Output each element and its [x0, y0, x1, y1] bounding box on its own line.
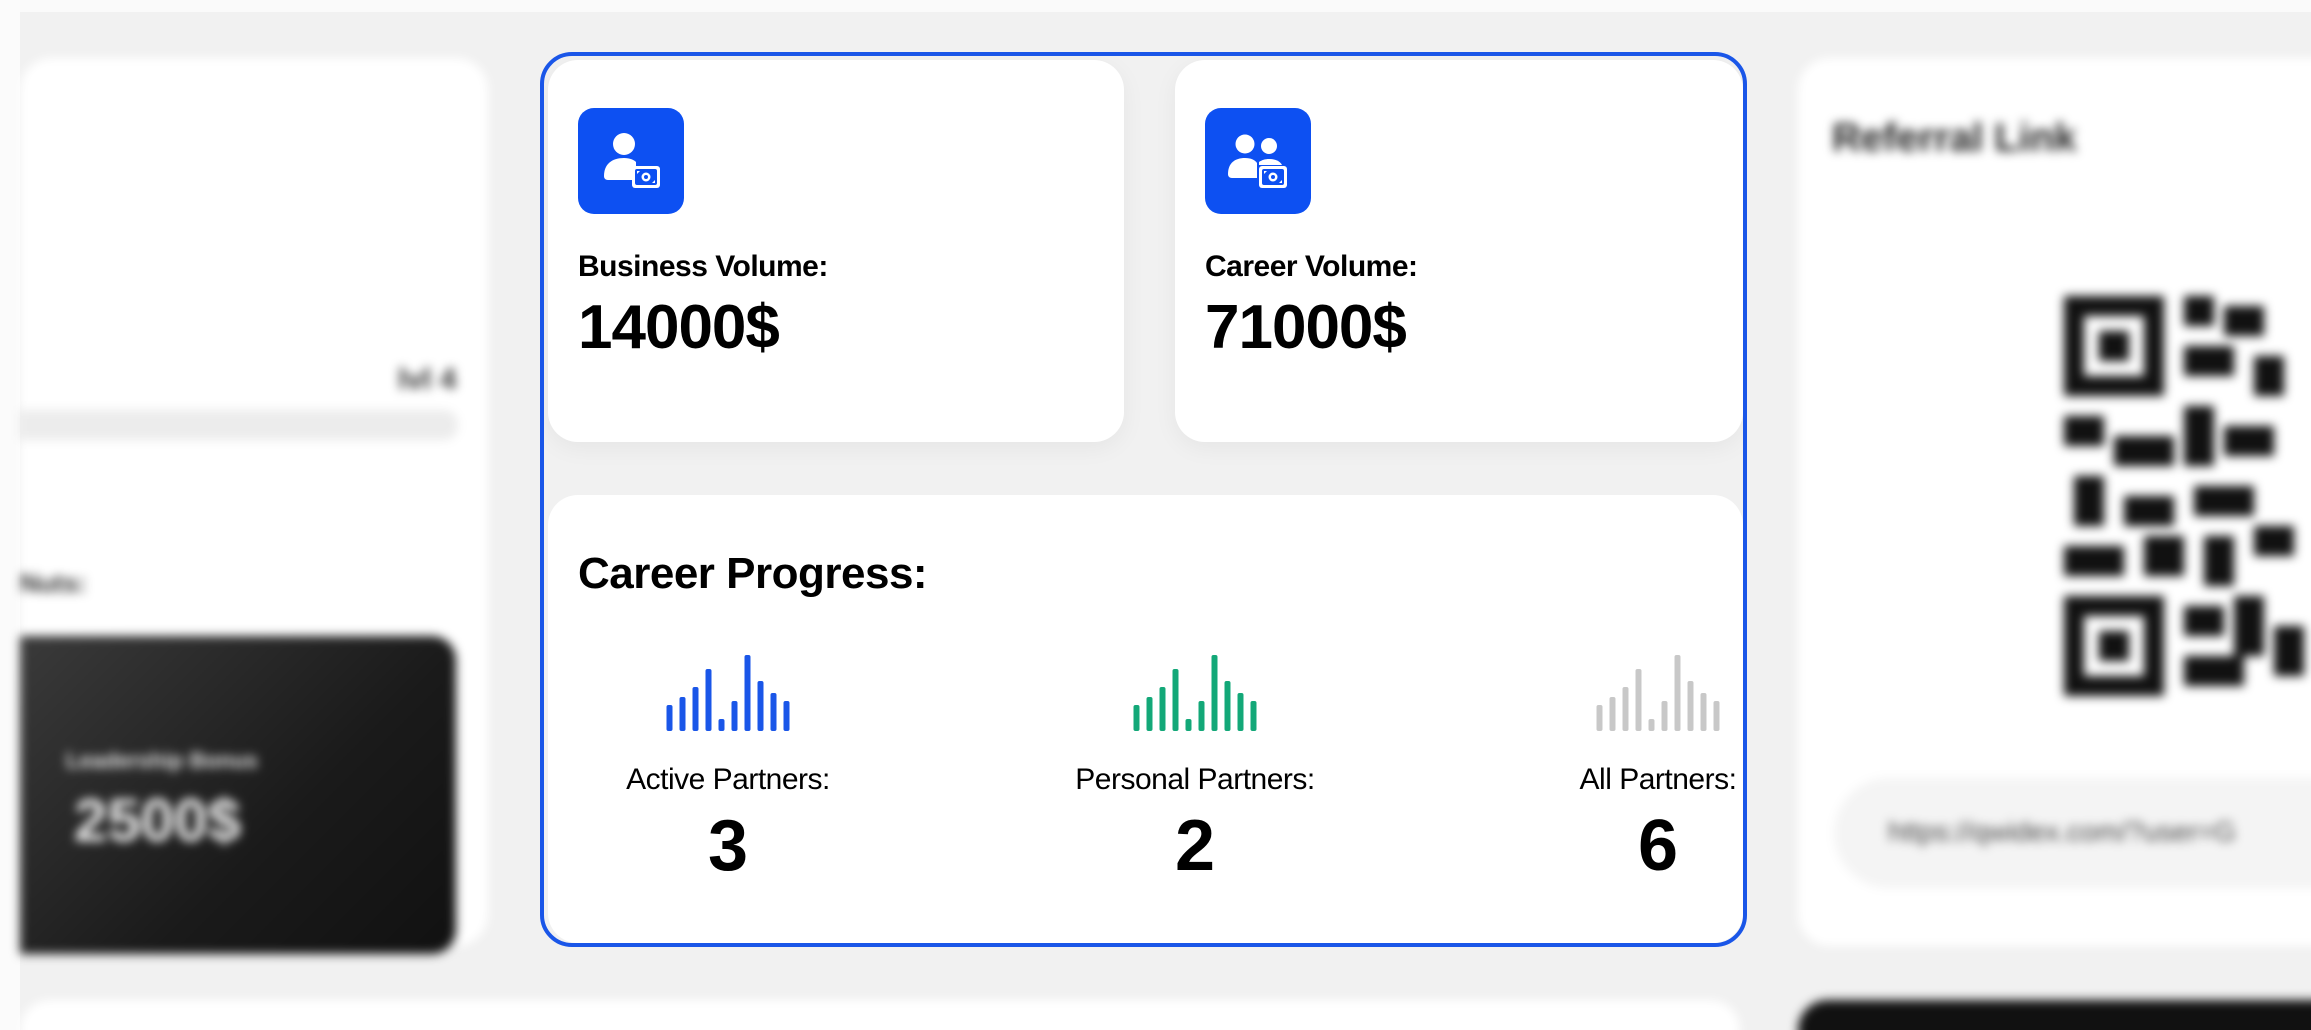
all-partners-label: All Partners:	[1579, 763, 1737, 796]
equalizer-bar	[1159, 687, 1166, 731]
equalizer-bar	[1687, 681, 1694, 731]
users-money-icon	[1205, 108, 1311, 214]
equalizer-bar	[1133, 705, 1140, 731]
business-volume-label: Business Volume:	[578, 250, 828, 283]
left-gutter	[0, 0, 20, 1030]
equalizer-bar	[1596, 705, 1603, 731]
business-volume-value: 14000$	[578, 293, 780, 362]
active-partners-value: 3	[707, 806, 749, 886]
personal-partners-value: 2	[1174, 806, 1216, 886]
qr-code-icon[interactable]	[2064, 294, 2311, 718]
equalizer-bar	[1172, 669, 1179, 731]
bottom-card	[20, 1000, 1740, 1030]
equalizer-bar	[1661, 701, 1668, 731]
career-volume-label: Career Volume:	[1205, 250, 1418, 283]
all-partners-stat: All Partners: 6	[1498, 655, 1743, 915]
referral-title: Referral Link	[1832, 116, 2077, 160]
volume-progress-section: Business Volume: 14000$ Career Volume: 7…	[540, 52, 1747, 947]
active-partners-label: Active Partners:	[626, 763, 830, 796]
equalizer-bar	[1224, 681, 1231, 731]
equalizer-bar	[718, 719, 725, 731]
top-strip	[0, 0, 2311, 12]
equalizer-bar	[1146, 697, 1153, 731]
career-volume-value: 71000$	[1205, 293, 1407, 362]
equalizer-bar	[666, 705, 673, 731]
equalizer-bar	[1648, 719, 1655, 731]
equalizer-bar	[757, 681, 764, 731]
career-progress-card: Career Progress: Active Partners: 3 Pers…	[548, 495, 1743, 943]
equalizer-bar	[1674, 655, 1681, 731]
all-partners-value: 6	[1637, 806, 1679, 886]
career-progress-title: Career Progress:	[578, 549, 928, 598]
dashboard-stage: lvl 4 Nuts: Leadership Bonus 2500$ Refer…	[0, 0, 2311, 1030]
equalizer-bar	[679, 697, 686, 731]
equalizer-bar	[731, 701, 738, 731]
equalizer-bar	[1198, 701, 1205, 731]
equalizer-bar	[770, 693, 777, 731]
equalizer-bar	[1609, 697, 1616, 731]
career-level-card: lvl 4 Nuts: Leadership Bonus 2500$	[20, 58, 488, 954]
equalizer-bar	[783, 701, 790, 731]
equalizer-bar	[1635, 669, 1642, 731]
referral-card: Referral Link https://qwidex.com/?user=G	[1798, 58, 2311, 946]
business-volume-card: Business Volume: 14000$	[548, 60, 1124, 442]
bonus-value: 2500$	[74, 787, 241, 854]
equalizer-bar	[1211, 655, 1218, 731]
equalizer-bar	[1713, 701, 1720, 731]
equalizer-bar	[1622, 687, 1629, 731]
leadership-bonus-card[interactable]: Leadership Bonus 2500$	[20, 636, 456, 954]
all-partners-bars-icon	[1596, 655, 1720, 731]
equalizer-bar	[744, 655, 751, 731]
personal-partners-stat: Personal Partners: 2	[1035, 655, 1355, 915]
equalizer-bar	[1185, 719, 1192, 731]
referral-link-text: https://qwidex.com/?user=G	[1888, 816, 2236, 847]
personal-partners-bars-icon	[1133, 655, 1257, 731]
career-volume-card: Career Volume: 71000$	[1175, 60, 1743, 442]
section-label: Nuts:	[20, 568, 87, 598]
user-money-icon	[578, 108, 684, 214]
referral-link-field[interactable]: https://qwidex.com/?user=G	[1834, 778, 2311, 888]
level-progress-bar	[20, 410, 458, 440]
level-text: lvl 4	[398, 363, 457, 396]
equalizer-bar	[705, 669, 712, 731]
active-partners-bars-icon	[666, 655, 790, 731]
personal-partners-label: Personal Partners:	[1075, 763, 1315, 796]
equalizer-bar	[1700, 693, 1707, 731]
equalizer-bar	[1237, 693, 1244, 731]
active-partners-stat: Active Partners: 3	[568, 655, 888, 915]
equalizer-bar	[1250, 701, 1257, 731]
equalizer-bar	[692, 687, 699, 731]
bonus-label: Leadership Bonus	[66, 748, 258, 773]
bottom-dark-card	[1798, 1000, 2311, 1030]
